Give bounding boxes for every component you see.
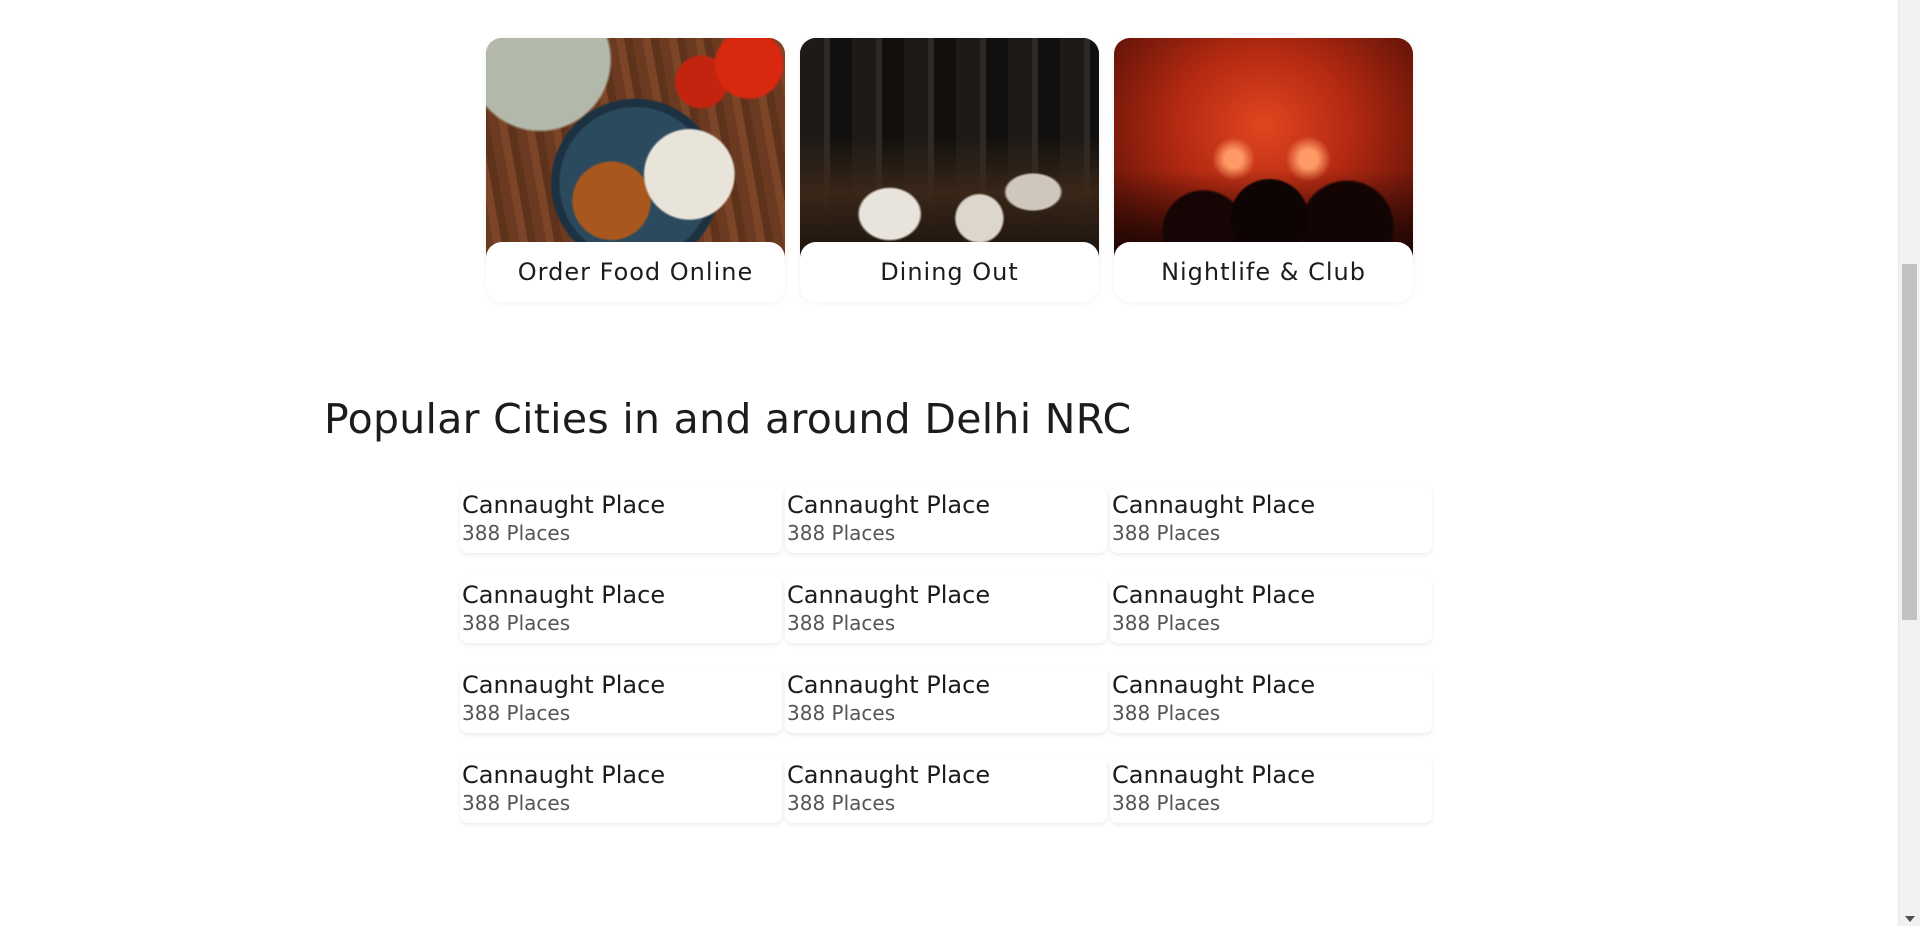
category-cards: Order Food Online Dining Out Nightlife &…: [486, 38, 1413, 302]
nightlife-club-card[interactable]: Nightlife & Club: [1114, 38, 1413, 302]
city-place-count: 388 Places: [1112, 611, 1221, 635]
city-name: Cannaught Place: [1112, 581, 1316, 609]
city-card[interactable]: Cannaught Place 388 Places: [1110, 576, 1432, 643]
city-name: Cannaught Place: [1112, 491, 1316, 519]
city-grid: Cannaught Place 388 Places Cannaught Pla…: [460, 486, 1435, 823]
dining-out-card[interactable]: Dining Out: [800, 38, 1099, 302]
city-place-count: 388 Places: [462, 611, 571, 635]
city-card[interactable]: Cannaught Place 388 Places: [460, 486, 782, 553]
city-name: Cannaught Place: [1112, 671, 1316, 699]
city-card[interactable]: Cannaught Place 388 Places: [1110, 756, 1432, 823]
city-name: Cannaught Place: [462, 491, 666, 519]
restaurant-interior-image: [800, 38, 1099, 258]
city-card[interactable]: Cannaught Place 388 Places: [460, 666, 782, 733]
city-card[interactable]: Cannaught Place 388 Places: [1110, 486, 1432, 553]
city-place-count: 388 Places: [1112, 701, 1221, 725]
city-name: Cannaught Place: [462, 581, 666, 609]
club-crowd-image: [1114, 38, 1413, 258]
city-place-count: 388 Places: [787, 791, 896, 815]
city-place-count: 388 Places: [1112, 521, 1221, 545]
city-card[interactable]: Cannaught Place 388 Places: [460, 576, 782, 643]
vertical-scrollbar[interactable]: [1898, 0, 1920, 926]
city-place-count: 388 Places: [787, 611, 896, 635]
city-card[interactable]: Cannaught Place 388 Places: [785, 576, 1107, 643]
order-food-online-card[interactable]: Order Food Online: [486, 38, 785, 302]
city-name: Cannaught Place: [787, 491, 991, 519]
city-card[interactable]: Cannaught Place 388 Places: [785, 666, 1107, 733]
card-label: Nightlife & Club: [1114, 242, 1413, 302]
city-card[interactable]: Cannaught Place 388 Places: [785, 756, 1107, 823]
city-card[interactable]: Cannaught Place 388 Places: [460, 756, 782, 823]
city-place-count: 388 Places: [462, 791, 571, 815]
city-place-count: 388 Places: [787, 521, 896, 545]
city-place-count: 388 Places: [787, 701, 896, 725]
card-label: Order Food Online: [486, 242, 785, 302]
city-place-count: 388 Places: [462, 521, 571, 545]
scrollbar-thumb[interactable]: [1902, 264, 1917, 620]
city-place-count: 388 Places: [462, 701, 571, 725]
city-name: Cannaught Place: [462, 671, 666, 699]
city-name: Cannaught Place: [787, 581, 991, 609]
city-name: Cannaught Place: [787, 761, 991, 789]
city-name: Cannaught Place: [1112, 761, 1316, 789]
city-name: Cannaught Place: [787, 671, 991, 699]
page: Order Food Online Dining Out Nightlife &…: [0, 0, 1920, 926]
city-name: Cannaught Place: [462, 761, 666, 789]
city-card[interactable]: Cannaught Place 388 Places: [1110, 666, 1432, 733]
city-place-count: 388 Places: [1112, 791, 1221, 815]
card-label: Dining Out: [800, 242, 1099, 302]
section-title: Popular Cities in and around Delhi NRC: [324, 395, 1132, 443]
scroll-down-arrow-icon[interactable]: [1905, 916, 1915, 922]
food-plate-image: [486, 38, 785, 258]
city-card[interactable]: Cannaught Place 388 Places: [785, 486, 1107, 553]
